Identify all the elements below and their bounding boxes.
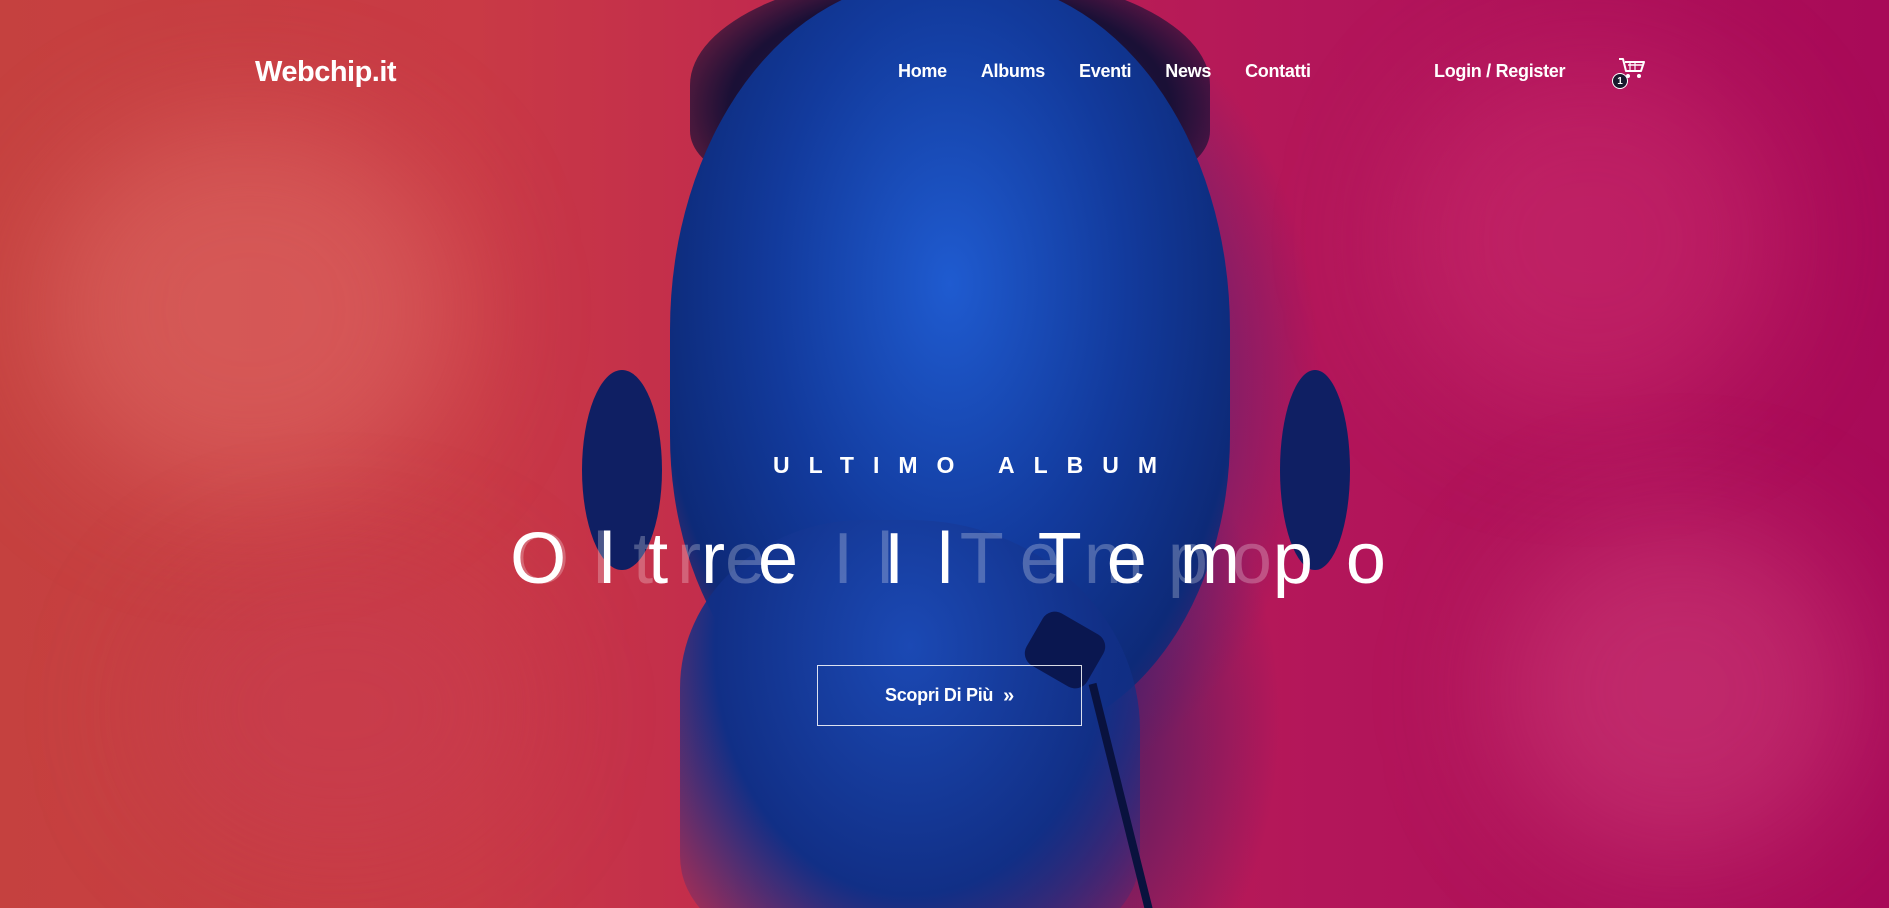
double-chevron-right-icon: »: [1003, 684, 1014, 707]
main-nav: Home Albums Eventi News Contatti: [898, 61, 1345, 82]
nav-item-home[interactable]: Home: [898, 61, 947, 82]
hero-eyebrow: ULTIMO ALBUM: [772, 452, 1176, 478]
cart-count-badge: 1: [1612, 73, 1628, 89]
nav-item-contatti[interactable]: Contatti: [1245, 61, 1311, 82]
hero-title-wrap: Oltre Il Tempo Oltre Il Tempo: [0, 518, 1889, 599]
background-glow: [150, 560, 530, 860]
cart-button[interactable]: 1: [1612, 56, 1648, 90]
nav-item-eventi[interactable]: Eventi: [1079, 61, 1132, 82]
nav-item-news[interactable]: News: [1165, 61, 1211, 82]
site-logo[interactable]: Webchip.it: [255, 56, 397, 89]
background-glow: [40, 120, 460, 500]
login-register-link[interactable]: Login / Register: [1434, 61, 1566, 82]
discover-more-label: Scopri Di Più: [885, 685, 994, 705]
nav-item-albums[interactable]: Albums: [981, 61, 1046, 82]
site-header: Webchip.it Home Albums Eventi News Conta…: [0, 0, 1889, 150]
hero-title: Oltre Il Tempo: [510, 519, 1419, 599]
discover-more-button[interactable]: Scopri Di Più »: [817, 665, 1082, 726]
